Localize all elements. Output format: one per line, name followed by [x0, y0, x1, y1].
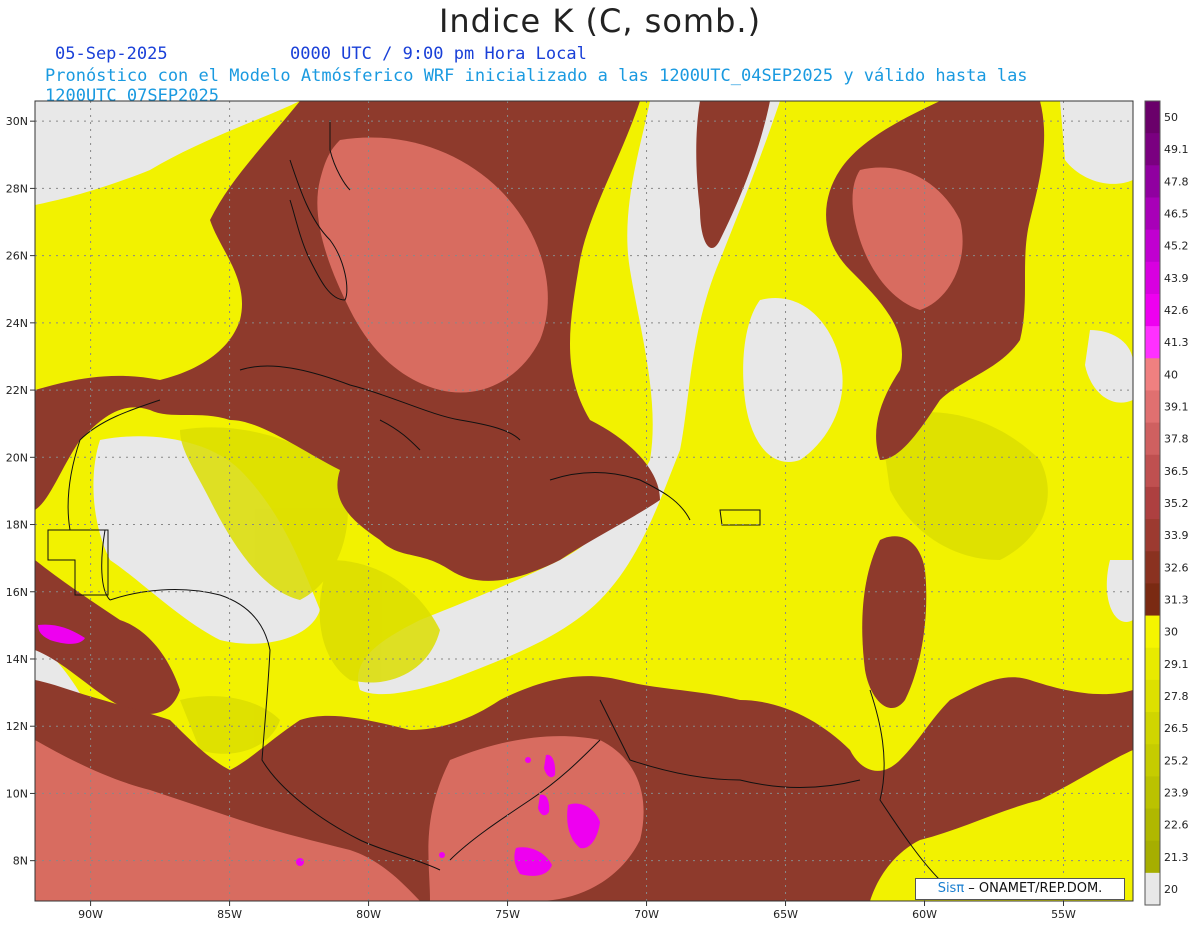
colorbar-label: 43.9 [1164, 272, 1189, 285]
colorbar-swatch [1145, 583, 1160, 617]
longitude-axis: 90W 85W 80W 75W 70W 65W 60W 55W [78, 901, 1076, 921]
colorbar-label: 49.1 [1164, 143, 1189, 156]
colorbar-label: 50 [1164, 111, 1178, 124]
lat-tick-label: 30N [6, 115, 28, 128]
lon-tick-label: 80W [356, 908, 381, 921]
colorbar-swatch [1145, 165, 1160, 198]
colorbar-swatch [1145, 776, 1160, 810]
colorbar-label: 46.5 [1164, 208, 1189, 221]
colorbar-label: 39.1 [1164, 401, 1189, 414]
colorbar: 50 49.1 47.8 46.5 45.2 43.9 42.6 41.3 40 39.1 37.8… [1144, 100, 1189, 906]
lat-tick-label: 18N [6, 519, 28, 532]
colorbar-label: 25.2 [1164, 754, 1189, 767]
colorbar-swatch [1145, 326, 1160, 359]
colorbar-label: 35.2 [1164, 497, 1189, 510]
colorbar-swatch [1145, 808, 1160, 842]
weather-map[interactable]: 30N 28N 26N 24N 22N 20N 18N 16N 14N 12N 10N 8N 90W 8… [0, 0, 1200, 927]
colorbar-swatch [1145, 615, 1160, 649]
lat-tick-label: 22N [6, 384, 28, 397]
lon-tick-label: 60W [912, 908, 937, 921]
colorbar-swatch [1145, 744, 1160, 777]
lat-tick-label: 10N [6, 787, 28, 800]
lon-tick-label: 55W [1051, 908, 1076, 921]
colorbar-swatch [1145, 261, 1160, 295]
colorbar-label: 33.9 [1164, 529, 1189, 542]
colorbar-label: 23.9 [1164, 786, 1189, 799]
colorbar-swatch [1145, 840, 1160, 874]
colorbar-label: 47.8 [1164, 175, 1189, 188]
colorbar-label: 20 [1164, 883, 1178, 896]
colorbar-swatch [1145, 872, 1160, 906]
credit-box: Sisπ – ONAMET/REP.DOM. [915, 878, 1125, 900]
lat-tick-label: 26N [6, 250, 28, 263]
colorbar-label: 30 [1164, 626, 1178, 639]
lat-tick-label: 20N [6, 451, 28, 464]
colorbar-swatch [1145, 647, 1160, 681]
lat-tick-label: 8N [13, 855, 28, 868]
lon-tick-label: 85W [217, 908, 242, 921]
colorbar-label: 26.5 [1164, 722, 1189, 735]
colorbar-label: 41.3 [1164, 336, 1189, 349]
colorbar-swatch [1145, 293, 1160, 327]
colorbar-label: 40 [1164, 368, 1178, 381]
colorbar-swatch [1145, 454, 1160, 488]
colorbar-label: 27.8 [1164, 690, 1189, 703]
colorbar-label: 32.6 [1164, 561, 1189, 574]
colorbar-swatch [1145, 712, 1160, 745]
colorbar-swatch [1145, 133, 1160, 166]
colorbar-swatch [1145, 422, 1160, 456]
colorbar-swatch [1145, 101, 1160, 134]
lat-tick-label: 24N [6, 317, 28, 330]
colorbar-label: 21.3 [1164, 851, 1189, 864]
colorbar-swatch [1145, 390, 1160, 424]
lon-tick-label: 90W [78, 908, 103, 921]
colorbar-swatch [1145, 519, 1160, 552]
credit-brand: Sisπ [937, 881, 965, 896]
colorbar-label: 42.6 [1164, 304, 1189, 317]
colorbar-label: 36.5 [1164, 465, 1189, 478]
colorbar-swatch [1145, 551, 1160, 584]
lat-tick-label: 14N [6, 653, 28, 666]
colorbar-swatch [1145, 229, 1160, 263]
lon-tick-label: 75W [495, 908, 520, 921]
k-index-field [35, 101, 1133, 901]
colorbar-label: 37.8 [1164, 433, 1189, 446]
lat-tick-label: 12N [6, 720, 28, 733]
colorbar-label: 29.1 [1164, 658, 1189, 671]
colorbar-swatch [1145, 197, 1160, 231]
credit-org: – ONAMET/REP.DOM. [964, 881, 1103, 896]
colorbar-swatch [1145, 358, 1160, 391]
latitude-axis: 30N 28N 26N 24N 22N 20N 18N 16N 14N 12N 10N 8N [6, 115, 35, 868]
lon-tick-label: 65W [773, 908, 798, 921]
colorbar-label: 31.3 [1164, 593, 1189, 606]
colorbar-label: 45.2 [1164, 240, 1189, 253]
lon-tick-label: 70W [634, 908, 659, 921]
colorbar-label: 22.6 [1164, 819, 1189, 832]
colorbar-swatch [1145, 486, 1160, 520]
colorbar-swatch [1145, 679, 1160, 713]
lat-tick-label: 28N [6, 182, 28, 195]
lat-tick-label: 16N [6, 586, 28, 599]
